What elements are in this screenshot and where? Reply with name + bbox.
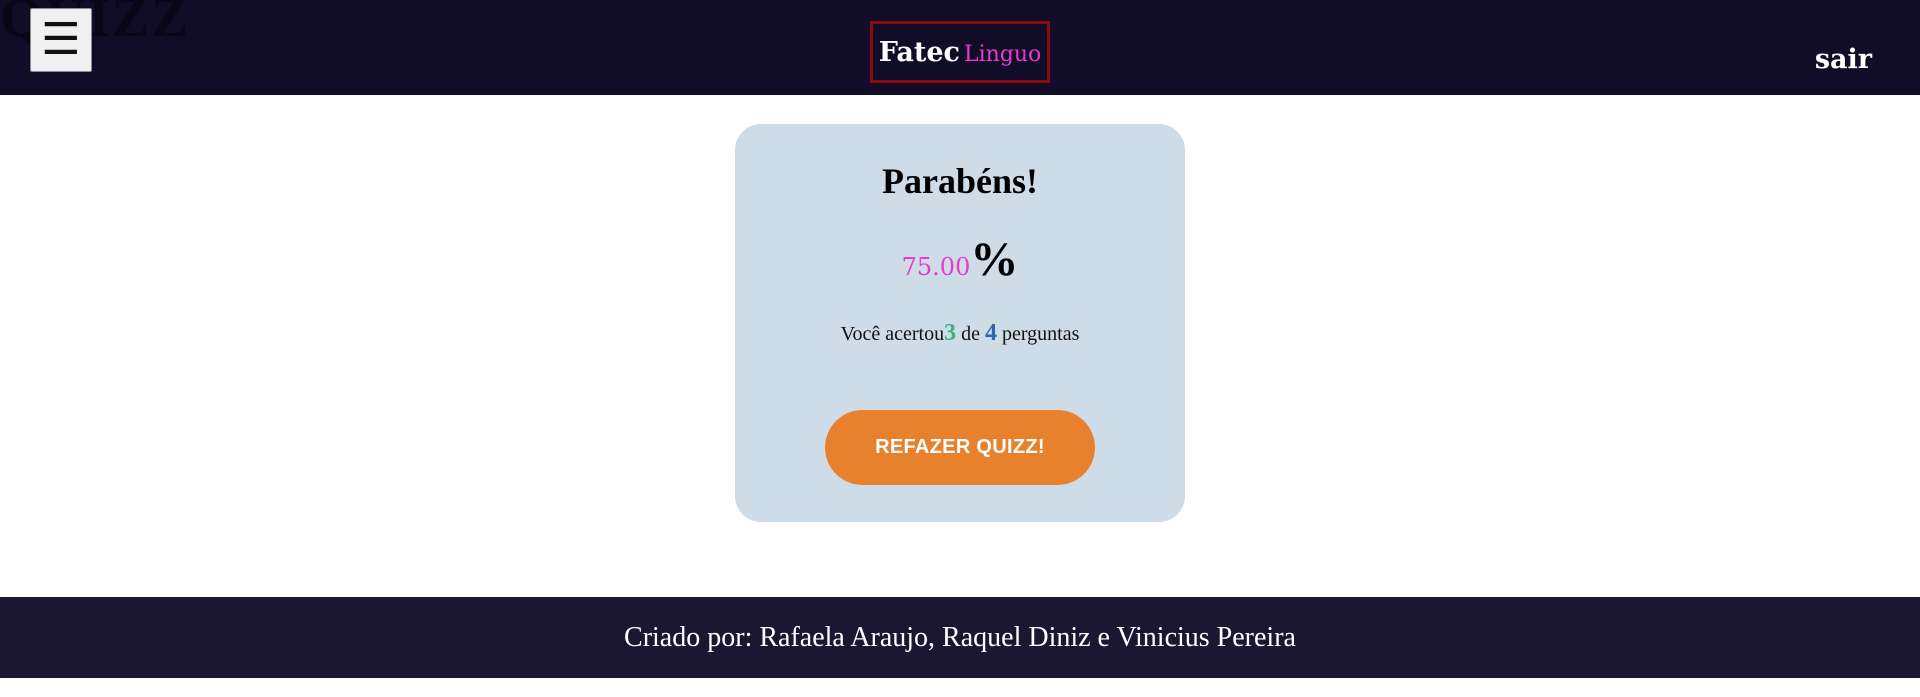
score-value: 75.00: [901, 253, 971, 281]
logo-text-linguo: Linguo: [963, 41, 1042, 67]
summary-suffix: perguntas: [1001, 323, 1080, 345]
summary-prefix: Você acertou: [840, 323, 945, 345]
answers-summary: Você acertou3 de 4 perguntas: [735, 320, 1185, 347]
footer: Criado por: Rafaela Araujo, Raquel Diniz…: [0, 597, 1920, 678]
quiz-result-page: QUIZZ ☰ Fatec Linguo sair Parabéns! 75.0…: [0, 0, 1920, 697]
result-card: Parabéns! 75.00% Você acertou3 de 4 perg…: [735, 124, 1185, 522]
congrats-title: Parabéns!: [882, 161, 1038, 201]
footer-credits: Criado por: Rafaela Araujo, Raquel Diniz…: [624, 621, 1296, 653]
logout-link[interactable]: sair: [1815, 44, 1872, 75]
percent-symbol: %: [970, 233, 1019, 286]
redo-quiz-button[interactable]: REFAZER QUIZZ!: [825, 410, 1095, 485]
summary-middle: de: [961, 323, 980, 345]
logo-text-fatec: Fatec: [878, 36, 960, 68]
score-display: 75.00%: [735, 232, 1185, 287]
background-title-text: QUIZZ: [0, 0, 191, 49]
hamburger-icon: ☰: [41, 14, 81, 65]
total-count: 4: [984, 320, 997, 346]
logo[interactable]: Fatec Linguo: [870, 21, 1050, 83]
hamburger-menu-button[interactable]: ☰: [30, 8, 92, 72]
correct-count: 3: [944, 320, 957, 346]
top-navbar: QUIZZ ☰ Fatec Linguo sair: [0, 0, 1920, 95]
